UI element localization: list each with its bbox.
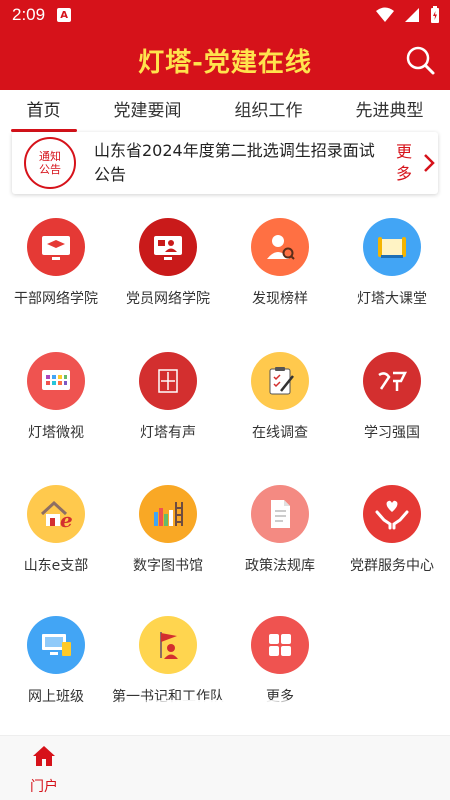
chevron-right-icon[interactable] xyxy=(422,153,436,173)
top-tabs: 首页 党建要闻 组织工作 先进典型 xyxy=(0,90,450,132)
scroll-fade-overlay xyxy=(110,700,330,740)
tab-party-news[interactable]: 党建要闻 xyxy=(114,90,182,132)
app-bar: 灯塔-党建在线 xyxy=(0,30,450,90)
grid-item-micro-video[interactable]: 灯塔微视 xyxy=(0,352,112,442)
grid-item-policy-library[interactable]: 政策法规库 xyxy=(224,485,336,575)
grid-item-label: 发现榜样 xyxy=(252,291,308,307)
notice-badge: 通知 公告 xyxy=(24,137,76,189)
home-icon xyxy=(33,746,55,766)
grid-item-label: 网上班级 xyxy=(28,689,84,705)
person-search-icon xyxy=(251,218,309,276)
nav-item-portal[interactable]: 门户 xyxy=(22,744,66,796)
mortarboard-screen-icon xyxy=(27,218,85,276)
nav-item-label: 门户 xyxy=(30,779,58,795)
grid-item-service-center[interactable]: 党群服务中心 xyxy=(336,485,448,575)
grid-item-label: 在线调查 xyxy=(252,425,308,441)
grid-item-label: 山东e支部 xyxy=(23,558,89,574)
grid-item-label: 党员网络学院 xyxy=(126,291,210,307)
grid-item-first-secretary[interactable]: 第一书记和工作队 xyxy=(112,616,224,706)
house-e-icon: e xyxy=(27,485,85,543)
grid-item-e-branch[interactable]: e 山东e支部 xyxy=(0,485,112,575)
notice-banner[interactable]: 通知 公告 山东省2024年度第二批选调生招录面试公告 更多 xyxy=(12,132,438,194)
party-monitor-icon xyxy=(139,218,197,276)
scroll-icon xyxy=(363,218,421,276)
grid-item-member-academy[interactable]: 党员网络学院 xyxy=(112,218,224,308)
grid-item-find-models[interactable]: 发现榜样 xyxy=(224,218,336,308)
flag-person-icon xyxy=(139,616,197,674)
status-time: 2:09 xyxy=(12,5,46,24)
grid-item-survey[interactable]: 在线调查 xyxy=(224,352,336,442)
grid-item-label: 党群服务中心 xyxy=(350,558,434,574)
document-icon xyxy=(251,485,309,543)
notice-more-link[interactable]: 更多 xyxy=(396,141,416,185)
grid-item-label: 数字图书馆 xyxy=(133,558,203,574)
svg-text:e: e xyxy=(60,508,73,530)
grid-item-xuexi[interactable]: 学习强国 xyxy=(336,352,448,442)
grid-item-label: 灯塔微视 xyxy=(28,425,84,441)
search-icon[interactable] xyxy=(404,44,436,76)
grid-item-cadre-academy[interactable]: 干部网络学院 xyxy=(0,218,112,308)
status-icons xyxy=(376,6,440,24)
bottom-nav: 门户 xyxy=(0,735,450,800)
grid-item-label: 灯塔大课堂 xyxy=(357,291,427,307)
books-ladder-icon xyxy=(139,485,197,543)
grid-item-label: 政策法规库 xyxy=(245,558,315,574)
wifi-icon xyxy=(376,7,394,22)
clipboard-pen-icon xyxy=(251,352,309,410)
grid-item-digital-library[interactable]: 数字图书馆 xyxy=(112,485,224,575)
tab-models[interactable]: 先进典型 xyxy=(356,90,424,132)
grid-item-label: 干部网络学院 xyxy=(14,291,98,307)
notification-app-icon: A xyxy=(57,8,72,22)
battery-icon xyxy=(431,6,439,23)
four-squares-icon xyxy=(251,616,309,674)
notice-text[interactable]: 山东省2024年度第二批选调生招录面试公告 xyxy=(94,139,382,187)
grid-item-label: 灯塔有声 xyxy=(140,425,196,441)
grid-item-big-classroom[interactable]: 灯塔大课堂 xyxy=(336,218,448,308)
status-bar: 2:09 A xyxy=(0,0,450,30)
grid-item-label: 学习强国 xyxy=(364,425,420,441)
app-title-logo: 灯塔-党建在线 xyxy=(138,47,312,78)
notice-badge-line1: 通知 xyxy=(39,150,61,163)
grid-item-online-class[interactable]: 网上班级 xyxy=(0,616,112,706)
notice-badge-line2: 公告 xyxy=(39,163,61,176)
signal-icon xyxy=(405,8,419,22)
tv-grid-icon xyxy=(27,352,85,410)
grid-item-more[interactable]: 更多 xyxy=(224,616,336,706)
grid-item-audio[interactable]: 灯塔有声 xyxy=(112,352,224,442)
tab-home[interactable]: 首页 xyxy=(10,90,77,132)
xuexi-calligraphy-icon xyxy=(363,352,421,410)
tab-organization[interactable]: 组织工作 xyxy=(235,90,303,132)
dengta-youshang-seal-icon xyxy=(139,352,197,410)
monitor-desk-icon xyxy=(27,616,85,674)
hands-heart-icon xyxy=(363,485,421,543)
